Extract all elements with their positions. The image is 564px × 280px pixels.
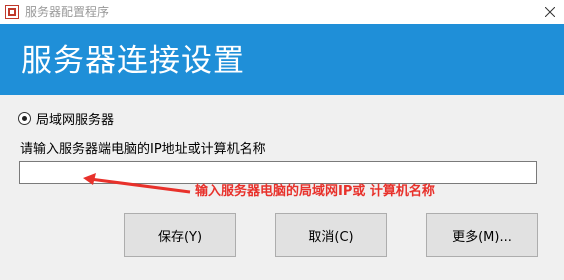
server-app-icon [5, 5, 19, 19]
radio-button[interactable] [18, 111, 31, 125]
window-title: 服务器配置程序 [25, 5, 110, 19]
title-bar: 服务器配置程序 [0, 0, 564, 24]
annotation-arrow-icon [83, 173, 191, 194]
save-button[interactable]: 保存(Y) [124, 213, 236, 257]
close-button[interactable] [540, 2, 560, 22]
host-field-label: 请输入服务器端电脑的IP地址或计算机名称 [20, 142, 266, 157]
cancel-button[interactable]: 取消(C) [275, 213, 387, 257]
radio-selected-dot [22, 115, 27, 121]
header-banner: 服务器连接设置 [0, 24, 564, 95]
page-title: 服务器连接设置 [21, 43, 245, 79]
annotation-text: 输入服务器电脑的局域网IP或 计算机名称 [195, 184, 435, 199]
radio-lan-server[interactable]: 局域网服务器 [18, 108, 114, 128]
radio-label: 局域网服务器 [36, 112, 115, 128]
close-icon [545, 7, 555, 17]
more-button[interactable]: 更多(M)... [426, 213, 538, 257]
